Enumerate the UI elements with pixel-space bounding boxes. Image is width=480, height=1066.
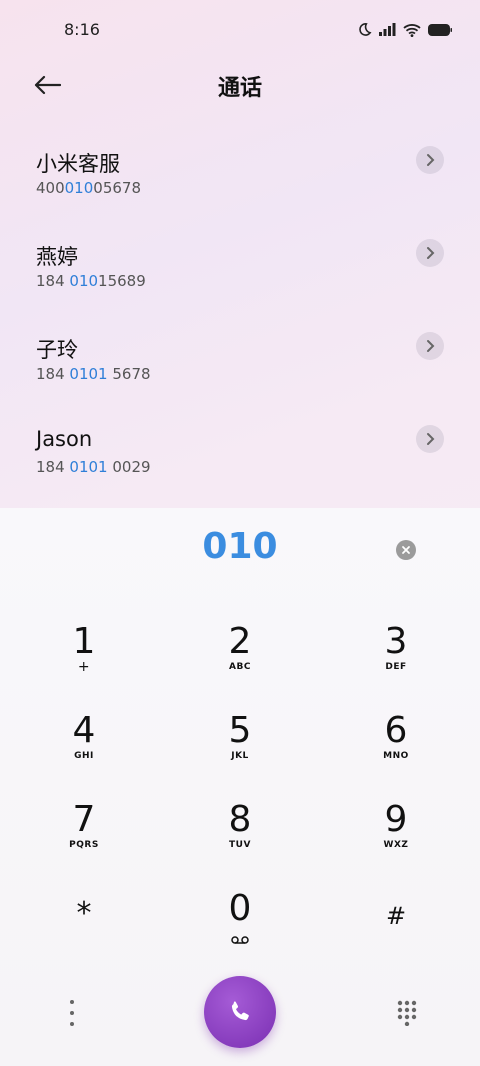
key-star[interactable]: * — [24, 894, 144, 964]
key-digit: 5 — [228, 710, 252, 751]
key-9[interactable]: 9 WXZ — [336, 800, 456, 870]
key-digit: 0 — [228, 888, 252, 929]
contact-number: 184 0101 0029 — [36, 458, 151, 476]
phone-icon — [231, 1001, 249, 1021]
chevron-right-icon — [427, 340, 435, 352]
contact-detail-button[interactable] — [416, 425, 444, 453]
contact-list: 小米客服 40001005678 燕婷 184 01015689 子玲 184 … — [0, 118, 480, 490]
contact-item[interactable]: Jason 184 0101 0029 — [0, 397, 480, 490]
key-digit: 9 — [384, 799, 408, 840]
contact-detail-button[interactable] — [416, 332, 444, 360]
key-letters: PQRS — [69, 840, 99, 850]
voicemail-icon — [231, 936, 249, 944]
key-digit: 7 — [72, 799, 96, 840]
key-digit: # — [385, 902, 407, 930]
contact-name: Jason — [36, 427, 93, 451]
matched-digits: 010 — [69, 272, 99, 290]
contact-name: 小米客服 — [36, 152, 120, 176]
key-digit: 3 — [384, 621, 408, 662]
contact-item[interactable]: 子玲 184 0101 5678 — [0, 304, 480, 397]
key-3[interactable]: 3 DEF — [336, 622, 456, 692]
key-2[interactable]: 2 ABC — [180, 622, 300, 692]
contact-item[interactable]: 燕婷 184 01015689 — [0, 211, 480, 304]
matched-digits: 0101 — [69, 458, 108, 476]
clear-button[interactable] — [396, 540, 416, 560]
key-letters: GHI — [74, 751, 94, 761]
key-hash[interactable]: # — [336, 896, 456, 966]
chevron-right-icon — [427, 154, 435, 166]
contact-number: 40001005678 — [36, 179, 141, 197]
wifi-icon — [403, 23, 421, 37]
key-6[interactable]: 6 MNO — [336, 711, 456, 781]
key-7[interactable]: 7 PQRS — [24, 800, 144, 870]
more-button[interactable] — [60, 1000, 84, 1026]
key-letters: + — [77, 659, 91, 675]
key-letters: WXZ — [383, 840, 409, 850]
key-letters: MNO — [383, 751, 409, 761]
contact-detail-button[interactable] — [416, 146, 444, 174]
dialpad: 010 1 + 2 ABC 3 DEF 4 GHI 5 JKL 6 MNO 7 … — [0, 508, 480, 1066]
matched-digits: 010 — [64, 179, 94, 197]
key-8[interactable]: 8 TUV — [180, 800, 300, 870]
chevron-right-icon — [427, 247, 435, 259]
key-1[interactable]: 1 + — [24, 622, 144, 692]
key-digit: * — [76, 896, 92, 931]
matched-digits: 0101 — [69, 365, 108, 383]
key-4[interactable]: 4 GHI — [24, 711, 144, 781]
key-letters: TUV — [229, 840, 251, 850]
key-letters: JKL — [231, 751, 249, 761]
key-letters: ABC — [229, 662, 251, 672]
contact-detail-button[interactable] — [416, 239, 444, 267]
status-time: 8:16 — [64, 20, 100, 39]
key-0[interactable]: 0 — [180, 889, 300, 959]
key-digit: 4 — [72, 710, 96, 751]
battery-icon — [428, 23, 452, 36]
status-bar: 8:16 — [0, 0, 480, 60]
key-digit: 6 — [384, 710, 408, 751]
contact-name: 子玲 — [36, 338, 78, 362]
contact-item[interactable]: 小米客服 40001005678 — [0, 118, 480, 211]
more-icon — [70, 1000, 74, 1004]
page-title: 通话 — [217, 76, 262, 101]
key-letters: DEF — [385, 662, 407, 672]
dialer-actions — [0, 974, 480, 1054]
dialpad-grid-icon[interactable] — [396, 1000, 418, 1026]
key-digit: 1 — [72, 621, 96, 662]
chevron-right-icon — [427, 433, 435, 445]
key-5[interactable]: 5 JKL — [180, 711, 300, 781]
clear-icon — [402, 546, 410, 554]
contact-name: 燕婷 — [36, 245, 78, 269]
header: 通话 — [0, 60, 480, 116]
key-digit: 8 — [228, 799, 252, 840]
call-button[interactable] — [204, 976, 276, 1048]
key-digit: 2 — [228, 621, 252, 662]
status-icons — [357, 22, 452, 37]
moon-icon — [359, 23, 372, 36]
contact-number: 184 01015689 — [36, 272, 146, 290]
contact-number: 184 0101 5678 — [36, 365, 151, 383]
signal-icon — [379, 23, 396, 36]
